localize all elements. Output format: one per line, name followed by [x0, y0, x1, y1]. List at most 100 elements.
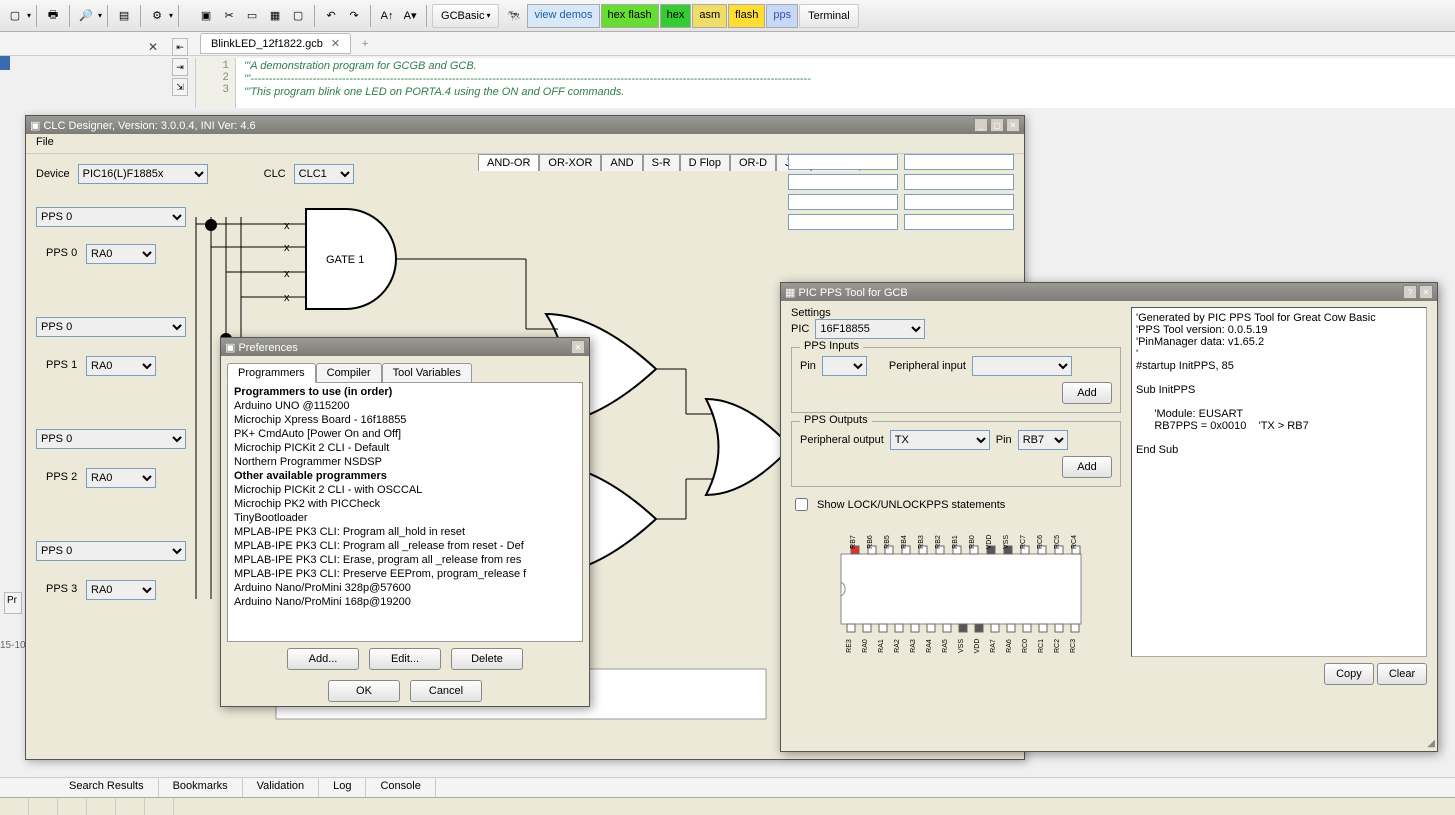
clc-box-3[interactable] — [788, 174, 898, 190]
binoculars-icon[interactable]: 🔎 — [75, 5, 97, 27]
clc-title-bar[interactable]: ▣ CLC Designer, Version: 3.0.0.4, INI Ve… — [26, 116, 1024, 134]
tab-programmers[interactable]: Programmers — [227, 363, 316, 383]
edit-button[interactable]: Edit... — [369, 648, 441, 670]
close-icon[interactable]: ✕ — [1006, 118, 1020, 132]
copy-button[interactable]: Copy — [1324, 663, 1374, 685]
tab-console[interactable]: Console — [366, 778, 435, 797]
list-item[interactable]: Arduino Nano/ProMini 168p@19200 — [230, 595, 580, 609]
prefs-title-bar[interactable]: ▣ Preferences ✕ — [221, 338, 589, 356]
clear-button[interactable]: Clear — [1377, 663, 1427, 685]
close-icon[interactable]: ✕ — [1419, 285, 1433, 299]
list-item[interactable]: Microchip PK2 with PICCheck — [230, 497, 580, 511]
ok-button[interactable]: OK — [328, 680, 400, 702]
clipboard-icon[interactable]: ▦ — [264, 5, 286, 27]
help-icon[interactable]: ? — [1403, 285, 1417, 299]
tab-search-results[interactable]: Search Results — [55, 778, 159, 797]
code-editor[interactable]: 123 '''A demonstration program for GCGB … — [195, 58, 1455, 108]
list-item[interactable]: Microchip Xpress Board - 16f18855 — [230, 413, 580, 427]
new-file-icon[interactable]: ▢ — [4, 5, 26, 27]
list-item[interactable]: MPLAB-IPE PK3 CLI: Erase, program all _r… — [230, 553, 580, 567]
close-icon[interactable]: ✕ — [331, 37, 340, 50]
peripheral-input-label: Peripheral input — [889, 360, 966, 372]
hex-flash-button[interactable]: hex flash — [601, 4, 659, 28]
tab-log[interactable]: Log — [319, 778, 366, 797]
tool-icon[interactable]: ⚙ — [146, 5, 168, 27]
tab-ord[interactable]: OR-D — [730, 154, 776, 171]
clc-select[interactable]: CLC1 — [294, 164, 354, 184]
input-pin-select[interactable] — [822, 356, 867, 376]
pps-button[interactable]: pps — [766, 4, 798, 28]
add-button[interactable]: Add... — [287, 648, 359, 670]
list-item[interactable]: Microchip PICKit 2 CLI - with OSCCAL — [230, 483, 580, 497]
resize-grip-icon[interactable]: ◢ — [1427, 738, 1435, 749]
tab-and-or[interactable]: AND-OR — [478, 154, 539, 171]
tab-tool-variables[interactable]: Tool Variables — [382, 363, 472, 383]
device-select[interactable]: PIC16(L)F1885x — [78, 164, 208, 184]
maximize-icon[interactable]: ▢ — [990, 118, 1004, 132]
tab-or-xor[interactable]: OR-XOR — [539, 154, 601, 171]
pps-code-output[interactable]: 'Generated by PIC PPS Tool for Great Cow… — [1131, 307, 1427, 657]
add-output-button[interactable]: Add — [1062, 456, 1112, 478]
tab-sr[interactable]: S-R — [643, 154, 680, 171]
tab-bookmarks[interactable]: Bookmarks — [159, 778, 243, 797]
list-item[interactable]: Microchip PICKit 2 CLI - Default — [230, 441, 580, 455]
clc-box-2[interactable] — [904, 154, 1014, 170]
undo-icon[interactable]: ↶ — [320, 5, 342, 27]
terminal-button[interactable]: Terminal — [799, 4, 859, 28]
paste-icon[interactable]: ▭ — [241, 5, 263, 27]
select-icon[interactable]: ▢ — [287, 5, 309, 27]
peripheral-input-select[interactable] — [972, 356, 1072, 376]
clc-box-6[interactable] — [904, 194, 1014, 210]
panel-close-icon[interactable]: ✕ — [148, 40, 158, 54]
list-item[interactable]: MPLAB-IPE PK3 CLI: Program all_hold in r… — [230, 525, 580, 539]
minimize-icon[interactable]: _ — [974, 118, 988, 132]
asm-button[interactable]: asm — [692, 4, 727, 28]
svg-text:RC1: RC1 — [1038, 639, 1045, 653]
list-item[interactable]: TinyBootloader — [230, 511, 580, 525]
tab-validation[interactable]: Validation — [243, 778, 320, 797]
delete-button[interactable]: Delete — [451, 648, 523, 670]
redo-icon[interactable]: ↷ — [343, 5, 365, 27]
new-tab-button[interactable]: + — [357, 38, 373, 50]
tab-and[interactable]: AND — [601, 154, 642, 171]
gutter-btn-2[interactable]: ⇥ — [172, 58, 188, 76]
gutter-btn-3[interactable]: ⇲ — [172, 78, 188, 96]
cow-icon[interactable]: 🐄 — [500, 5, 526, 27]
file-menu[interactable]: File — [36, 136, 54, 148]
tab-dflop[interactable]: D Flop — [680, 154, 730, 171]
output-pin-select[interactable]: RB7 — [1018, 430, 1068, 450]
tab-compiler[interactable]: Compiler — [316, 363, 382, 383]
show-lock-checkbox[interactable] — [795, 498, 808, 511]
flash-button[interactable]: flash — [728, 4, 765, 28]
font-inc-icon[interactable]: A↑ — [376, 5, 398, 27]
list-item[interactable]: MPLAB-IPE PK3 CLI: Program all _release … — [230, 539, 580, 553]
file-tab[interactable]: BlinkLED_12f1822.gcb ✕ — [200, 33, 351, 54]
clc-box-8[interactable] — [904, 214, 1014, 230]
cancel-button[interactable]: Cancel — [410, 680, 482, 702]
hex-button[interactable]: hex — [660, 4, 692, 28]
list-item[interactable]: MPLAB-IPE PK3 CLI: Preserve EEProm, prog… — [230, 567, 580, 581]
font-dec-icon[interactable]: A▾ — [399, 5, 421, 27]
list-item[interactable]: PK+ CmdAuto [Power On and Off] — [230, 427, 580, 441]
clc-box-4[interactable] — [904, 174, 1014, 190]
list-item[interactable]: Arduino Nano/ProMini 328p@57600 — [230, 581, 580, 595]
pic-select[interactable]: 16F18855 — [815, 319, 925, 339]
pps-title-bar[interactable]: ▦ PIC PPS Tool for GCB ? ✕ — [781, 283, 1437, 301]
peripheral-output-select[interactable]: TX — [890, 430, 990, 450]
view-demos-button[interactable]: view demos — [527, 4, 599, 28]
clc-box-7[interactable] — [788, 214, 898, 230]
clc-box-5[interactable] — [788, 194, 898, 210]
gutter-btn-1[interactable]: ⇤ — [172, 38, 188, 56]
list-item[interactable]: Northern Programmer NSDSP — [230, 455, 580, 469]
document-icon[interactable]: ▤ — [113, 5, 135, 27]
programmers-list[interactable]: Programmers to use (in order) Arduino UN… — [227, 382, 583, 642]
pps-inputs-group: PPS Inputs Pin Peripheral input Add — [791, 347, 1121, 413]
gcbasic-button[interactable]: GCBasic ▾ — [432, 4, 499, 28]
cut-icon[interactable]: ✂ — [218, 5, 240, 27]
add-input-button[interactable]: Add — [1062, 382, 1112, 404]
clc-box-1[interactable] — [788, 154, 898, 170]
close-icon[interactable]: ✕ — [571, 340, 585, 354]
list-item[interactable]: Arduino UNO @115200 — [230, 399, 580, 413]
copy-icon[interactable]: ▣ — [195, 5, 217, 27]
print-icon[interactable]: 🖶 — [42, 5, 64, 27]
